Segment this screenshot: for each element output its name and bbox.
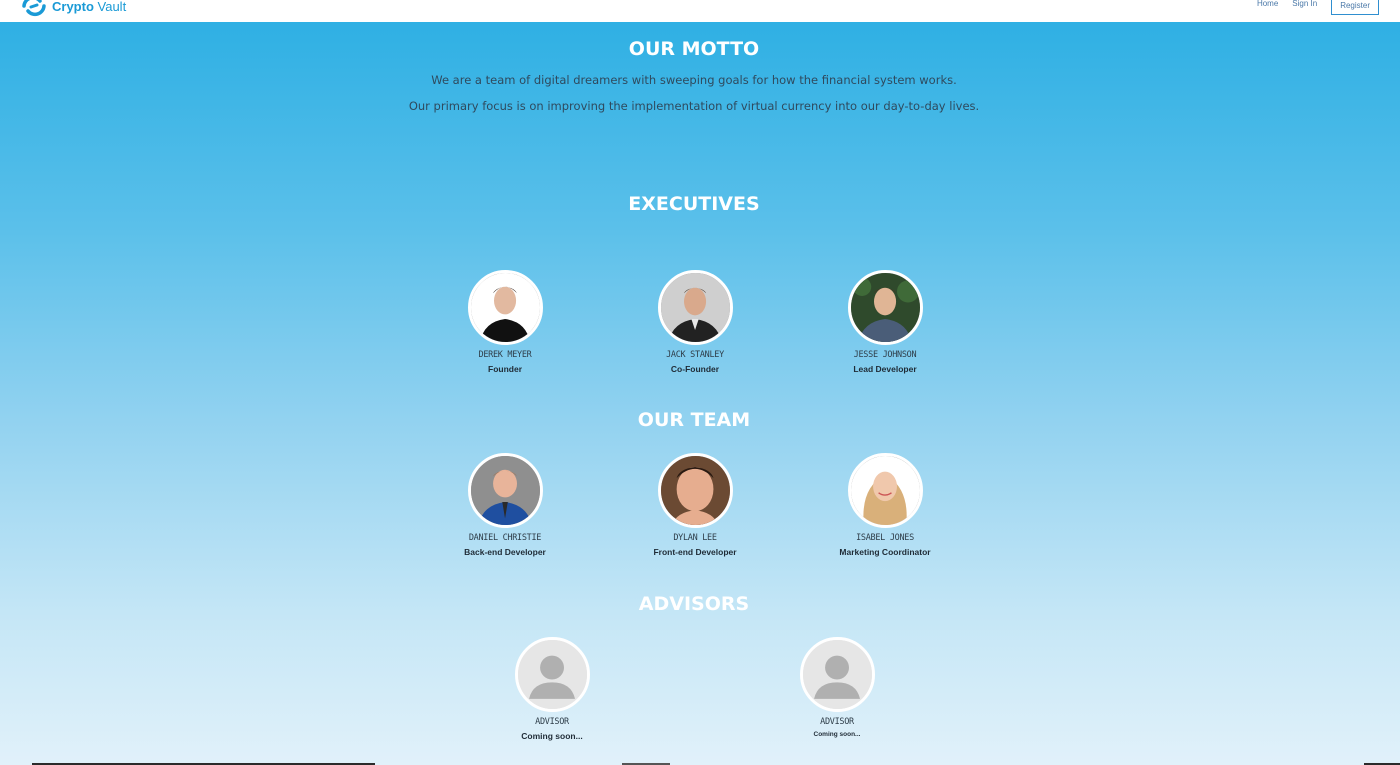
avatar: [799, 637, 875, 712]
brand-name: Crypto Vault: [52, 0, 127, 14]
member-role: Founder: [488, 364, 522, 374]
member-role: Back-end Developer: [464, 547, 546, 557]
person-photo-icon: [850, 273, 920, 342]
user-placeholder-icon: [517, 640, 587, 709]
member-role: Marketing Coordinator: [839, 547, 931, 557]
avatar: [657, 453, 733, 528]
executive-card: JESSE JOHNSON Lead Developer: [800, 270, 970, 374]
chain-link-icon: [22, 0, 46, 17]
executive-card: JACK STANLEY Co-Founder: [610, 270, 780, 374]
member-name: DEREK MEYER: [478, 350, 532, 360]
member-role: Co-Founder: [670, 364, 720, 374]
nav-links: Home Sign In Register: [1243, 0, 1379, 15]
team-card: ISABEL JONES Marketing Coordinator: [800, 453, 970, 557]
person-photo-icon: [470, 456, 540, 525]
avatar: [467, 453, 543, 528]
team-card: DYLAN LEE Front-end Developer: [610, 453, 780, 557]
nav-home-link[interactable]: Home: [1257, 0, 1278, 8]
person-photo-icon: [470, 273, 540, 342]
motto-line-2: Our primary focus is on improving the im…: [408, 99, 980, 113]
motto-heading: OUR MOTTO: [628, 38, 760, 60]
executives-heading: EXECUTIVES: [628, 193, 760, 215]
team-heading: OUR TEAM: [637, 409, 751, 431]
member-role: Lead Developer: [853, 364, 917, 374]
member-name: ADVISOR: [820, 717, 854, 727]
person-photo-icon: [660, 456, 730, 525]
register-button[interactable]: Register: [1331, 0, 1379, 15]
advisor-card: ADVISOR Coming soon...: [467, 637, 637, 741]
avatar: [847, 270, 923, 345]
person-photo-icon: [660, 273, 730, 342]
user-placeholder-icon: [802, 640, 872, 709]
member-name: DYLAN LEE: [673, 533, 717, 543]
team-card: DANIEL CHRISTIE Back-end Developer: [420, 453, 590, 557]
member-name: DANIEL CHRISTIE: [468, 533, 542, 543]
avatar: [657, 270, 733, 345]
member-name: JACK STANLEY: [666, 350, 724, 360]
advisor-card: ADVISOR Coming soon...: [752, 637, 922, 738]
member-name: JESSE JOHNSON: [853, 350, 917, 360]
member-name: ISABEL JONES: [856, 533, 914, 543]
member-role: Front-end Developer: [653, 547, 737, 557]
person-photo-icon: [850, 456, 920, 525]
motto-line-1: We are a team of digital dreamers with s…: [431, 73, 957, 87]
member-role: Coming soon...: [813, 731, 861, 738]
avatar: [514, 637, 590, 712]
advisors-heading: ADVISORS: [638, 593, 750, 615]
avatar: [467, 270, 543, 345]
nav-signin-link[interactable]: Sign In: [1292, 0, 1317, 8]
avatar: [847, 453, 923, 528]
top-navbar: Crypto Vault Home Sign In Register: [0, 0, 1400, 22]
member-role: Coming soon...: [521, 731, 583, 741]
member-name: ADVISOR: [535, 717, 569, 727]
executive-card: DEREK MEYER Founder: [420, 270, 590, 374]
brand-logo[interactable]: Crypto Vault: [20, 0, 126, 18]
